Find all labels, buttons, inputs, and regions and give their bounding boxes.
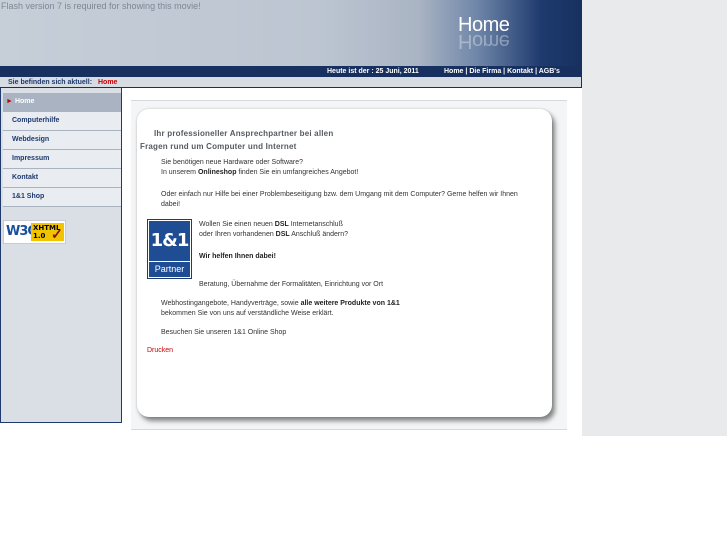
top-link-kontakt[interactable]: Kontakt — [507, 68, 533, 75]
home-title-reflection: Home — [458, 30, 510, 52]
text-line: Wir helfen Ihnen dabei! — [199, 252, 348, 262]
text-span: finden Sie ein umfangreiches Angebot! — [236, 169, 359, 176]
text-line: bekommen Sie von uns auf verständliche W… — [161, 310, 334, 317]
top-nav-bar: Heute ist der : 25 Juni, 2011 Home | Die… — [0, 66, 582, 77]
page: Flash version 7 is required for showing … — [0, 0, 727, 545]
sidebar-item-computerhilfe[interactable]: Computerhilfe — [3, 112, 121, 131]
top-link-agb[interactable]: AGB's — [539, 68, 560, 75]
heading-line-1: Ihr professioneller Ansprechpartner bei … — [154, 129, 334, 138]
breadcrumb-label: Sie befinden sich aktuell: — [8, 79, 93, 86]
breadcrumb: Sie befinden sich aktuell: Home — [0, 77, 582, 88]
partner-logo-label: Partner — [149, 262, 190, 277]
content-heading: Ihr professioneller Ansprechpartner bei … — [140, 127, 334, 153]
sidebar: ► Home Computerhilfe Webdesign Impressum … — [0, 88, 122, 423]
text-line: Sie benötigen neue Hardware oder Softwar… — [161, 159, 304, 166]
sidebar-item-label: 1&1 Shop — [12, 193, 45, 200]
sidebar-menu: ► Home Computerhilfe Webdesign Impressum … — [3, 93, 121, 207]
content-box — [137, 109, 552, 417]
header-banner: Flash version 7 is required for showing … — [0, 0, 582, 66]
sidebar-item-label: Home — [14, 98, 35, 105]
sidebar-item-home[interactable]: ► Home — [3, 93, 121, 112]
xhtml-version: 1.0 — [33, 232, 46, 240]
w3c-xhtml-badge[interactable]: W3C XHTML 1.0 ✓ — [3, 220, 66, 244]
text-bold: Wir helfen Ihnen dabei! — [199, 253, 276, 260]
sidebar-item-kontakt[interactable]: Kontakt — [3, 169, 121, 188]
paragraph-help: Oder einfach nur Hilfe bei einer Problem… — [161, 190, 556, 210]
partner-logo[interactable]: 1&1 Partner — [147, 219, 192, 279]
check-icon: ✓ — [51, 226, 63, 242]
heading-line-2: Fragen rund um Computer und Internet — [140, 142, 297, 151]
partner-logo-brand: 1&1 — [149, 221, 190, 261]
text-line: In unserem Onlineshop finden Sie ein umf… — [161, 168, 358, 178]
text-line: Wollen Sie einen neuen DSL Internetansch… — [199, 220, 348, 230]
text-bold: alle weitere Produkte von 1&1 — [300, 300, 400, 307]
text-bold: DSL — [275, 231, 290, 238]
paragraph-dsl: Wollen Sie einen neuen DSL Internetansch… — [199, 220, 348, 262]
top-link-home[interactable]: Home — [444, 68, 463, 75]
sidebar-item-label: Webdesign — [12, 136, 50, 143]
text-span: In unserem — [161, 169, 198, 176]
sidebar-item-webdesign[interactable]: Webdesign — [3, 131, 121, 150]
date-display: Heute ist der : 25 Juni, 2011 — [327, 68, 419, 75]
arrow-right-icon: ► — [6, 98, 13, 105]
right-background-strip — [582, 0, 727, 436]
paragraph-services: Beratung, Übernahme der Formalitäten, Ei… — [199, 281, 384, 288]
breadcrumb-current[interactable]: Home — [98, 77, 117, 88]
text-line: oder Ihren vorhandenen DSL Anschluß ände… — [199, 230, 348, 240]
onlineshop-link[interactable]: Onlineshop — [198, 169, 237, 176]
sidebar-item-label: Impressum — [12, 155, 50, 162]
sidebar-item-shop[interactable]: 1&1 Shop — [3, 188, 121, 207]
text-line: Oder einfach nur Hilfe bei einer Problem… — [161, 191, 518, 198]
top-links: Home | Die Firma | Kontakt | AGB's — [444, 66, 560, 77]
text-bold: DSL — [274, 221, 289, 228]
sidebar-item-label: Kontakt — [12, 174, 39, 181]
paragraph-hosting: Webhostingangebote, Handyverträge, sowie… — [161, 299, 400, 319]
paragraph-hardware: Sie benötigen neue Hardware oder Softwar… — [161, 158, 358, 178]
text-span: Wollen Sie einen neuen — [199, 221, 275, 228]
flash-required-message: Flash version 7 is required for showing … — [1, 1, 201, 11]
print-link[interactable]: Drucken — [147, 347, 173, 354]
text-span: Internetanschluß — [288, 221, 343, 228]
text-line: Webhostingangebote, Handyverträge, sowie… — [161, 299, 400, 309]
text-line: dabei! — [161, 201, 181, 208]
text-span: oder Ihren vorhandenen — [199, 231, 276, 238]
sidebar-item-impressum[interactable]: Impressum — [3, 150, 121, 169]
text-span: Webhostingangebote, Handyverträge, sowie — [161, 300, 301, 307]
text-span: Anschluß ändern? — [289, 231, 349, 238]
sidebar-item-label: Computerhilfe — [12, 117, 60, 124]
top-link-die-firma[interactable]: Die Firma — [469, 68, 501, 75]
shop-visit-text[interactable]: Besuchen Sie unseren 1&1 Online Shop — [161, 328, 286, 338]
